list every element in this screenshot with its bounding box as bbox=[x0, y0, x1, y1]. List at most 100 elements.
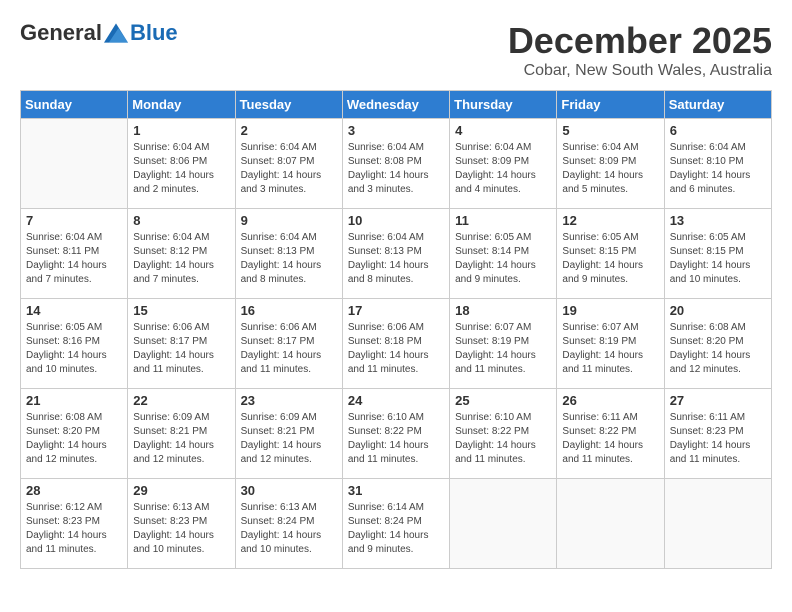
day-number: 1 bbox=[133, 123, 229, 138]
calendar-header-wednesday: Wednesday bbox=[342, 91, 449, 119]
day-number: 12 bbox=[562, 213, 658, 228]
calendar-day-cell bbox=[21, 119, 128, 209]
day-number: 9 bbox=[241, 213, 337, 228]
calendar-day-cell bbox=[664, 479, 771, 569]
day-number: 24 bbox=[348, 393, 444, 408]
calendar-day-cell: 6 Sunrise: 6:04 AMSunset: 8:10 PMDaylight… bbox=[664, 119, 771, 209]
logo-icon bbox=[104, 23, 128, 43]
day-number: 25 bbox=[455, 393, 551, 408]
calendar-day-cell: 19Sunrise: 6:07 AMSunset: 8:19 PMDayligh… bbox=[557, 299, 664, 389]
day-number: 29 bbox=[133, 483, 229, 498]
day-number: 28 bbox=[26, 483, 122, 498]
calendar-day-cell: 4 Sunrise: 6:04 AMSunset: 8:09 PMDaylight… bbox=[450, 119, 557, 209]
calendar-day-cell: 2Sunrise: 6:04 AMSunset: 8:07 PMDaylight… bbox=[235, 119, 342, 209]
calendar-day-cell: 24 Sunrise: 6:10 AMSunset: 8:22 PMDayligh… bbox=[342, 389, 449, 479]
day-number: 21 bbox=[26, 393, 122, 408]
calendar-day-cell: 5Sunrise: 6:04 AMSunset: 8:09 PMDaylight… bbox=[557, 119, 664, 209]
calendar-week-row: 1 Sunrise: 6:04 AMSunset: 8:06 PMDaylight… bbox=[21, 119, 772, 209]
day-info: Sunrise: 6:04 AMSunset: 8:13 PMDaylight:… bbox=[241, 231, 337, 287]
day-number: 30 bbox=[241, 483, 337, 498]
day-info: Sunrise: 6:09 AMSunset: 8:21 PMDaylight:… bbox=[241, 411, 337, 467]
day-info: Sunrise: 6:04 AMSunset: 8:09 PMDaylight:… bbox=[455, 141, 551, 197]
calendar-header-monday: Monday bbox=[128, 91, 235, 119]
day-info: Sunrise: 6:05 AMSunset: 8:15 PMDaylight:… bbox=[562, 231, 658, 287]
calendar-day-cell: 21 Sunrise: 6:08 AMSunset: 8:20 PMDayligh… bbox=[21, 389, 128, 479]
day-number: 6 bbox=[670, 123, 766, 138]
day-number: 27 bbox=[670, 393, 766, 408]
calendar-week-row: 28 Sunrise: 6:12 AMSunset: 8:23 PMDayligh… bbox=[21, 479, 772, 569]
day-info: Sunrise: 6:07 AMSunset: 8:19 PMDaylight:… bbox=[562, 321, 658, 377]
calendar-header-saturday: Saturday bbox=[664, 91, 771, 119]
calendar-header-row: SundayMondayTuesdayWednesdayThursdayFrid… bbox=[21, 91, 772, 119]
calendar-day-cell: 29 Sunrise: 6:13 AMSunset: 8:23 PMDayligh… bbox=[128, 479, 235, 569]
day-number: 7 bbox=[26, 213, 122, 228]
day-number: 13 bbox=[670, 213, 766, 228]
day-number: 4 bbox=[455, 123, 551, 138]
calendar-day-cell: 3 Sunrise: 6:04 AMSunset: 8:08 PMDaylight… bbox=[342, 119, 449, 209]
day-number: 3 bbox=[348, 123, 444, 138]
calendar-header-sunday: Sunday bbox=[21, 91, 128, 119]
day-info: Sunrise: 6:10 AMSunset: 8:22 PMDaylight:… bbox=[455, 411, 551, 467]
calendar-day-cell: 8 Sunrise: 6:04 AMSunset: 8:12 PMDaylight… bbox=[128, 209, 235, 299]
day-info: Sunrise: 6:08 AMSunset: 8:20 PMDaylight:… bbox=[26, 411, 122, 467]
calendar-day-cell: 17Sunrise: 6:06 AMSunset: 8:18 PMDayligh… bbox=[342, 299, 449, 389]
logo: General Blue bbox=[20, 20, 178, 46]
day-number: 20 bbox=[670, 303, 766, 318]
day-number: 26 bbox=[562, 393, 658, 408]
calendar-week-row: 21 Sunrise: 6:08 AMSunset: 8:20 PMDayligh… bbox=[21, 389, 772, 479]
day-info: Sunrise: 6:06 AMSunset: 8:17 PMDaylight:… bbox=[241, 321, 337, 377]
calendar-day-cell: 31Sunrise: 6:14 AMSunset: 8:24 PMDayligh… bbox=[342, 479, 449, 569]
calendar-day-cell: 27 Sunrise: 6:11 AMSunset: 8:23 PMDayligh… bbox=[664, 389, 771, 479]
day-info: Sunrise: 6:12 AMSunset: 8:23 PMDaylight:… bbox=[26, 501, 122, 557]
calendar-day-cell: 18Sunrise: 6:07 AMSunset: 8:19 PMDayligh… bbox=[450, 299, 557, 389]
month-title: December 2025 bbox=[508, 20, 772, 62]
calendar-day-cell: 20 Sunrise: 6:08 AMSunset: 8:20 PMDayligh… bbox=[664, 299, 771, 389]
page-header: General Blue December 2025 Cobar, New So… bbox=[20, 20, 772, 80]
day-number: 14 bbox=[26, 303, 122, 318]
day-info: Sunrise: 6:10 AMSunset: 8:22 PMDaylight:… bbox=[348, 411, 444, 467]
day-info: Sunrise: 6:09 AMSunset: 8:21 PMDaylight:… bbox=[133, 411, 229, 467]
title-section: December 2025 Cobar, New South Wales, Au… bbox=[508, 20, 772, 80]
logo-general-text: General bbox=[20, 20, 102, 46]
calendar-day-cell: 12 Sunrise: 6:05 AMSunset: 8:15 PMDayligh… bbox=[557, 209, 664, 299]
day-number: 11 bbox=[455, 213, 551, 228]
logo-blue-text: Blue bbox=[130, 20, 178, 46]
calendar-day-cell: 28 Sunrise: 6:12 AMSunset: 8:23 PMDayligh… bbox=[21, 479, 128, 569]
calendar-day-cell: 11Sunrise: 6:05 AMSunset: 8:14 PMDayligh… bbox=[450, 209, 557, 299]
day-number: 17 bbox=[348, 303, 444, 318]
day-info: Sunrise: 6:05 AMSunset: 8:15 PMDaylight:… bbox=[670, 231, 766, 287]
day-info: Sunrise: 6:04 AMSunset: 8:13 PMDaylight:… bbox=[348, 231, 444, 287]
day-info: Sunrise: 6:11 AMSunset: 8:22 PMDaylight:… bbox=[562, 411, 658, 467]
day-number: 8 bbox=[133, 213, 229, 228]
day-number: 16 bbox=[241, 303, 337, 318]
day-info: Sunrise: 6:07 AMSunset: 8:19 PMDaylight:… bbox=[455, 321, 551, 377]
calendar-day-cell: 16 Sunrise: 6:06 AMSunset: 8:17 PMDayligh… bbox=[235, 299, 342, 389]
day-info: Sunrise: 6:11 AMSunset: 8:23 PMDaylight:… bbox=[670, 411, 766, 467]
calendar-day-cell: 10Sunrise: 6:04 AMSunset: 8:13 PMDayligh… bbox=[342, 209, 449, 299]
day-info: Sunrise: 6:13 AMSunset: 8:24 PMDaylight:… bbox=[241, 501, 337, 557]
calendar-header-thursday: Thursday bbox=[450, 91, 557, 119]
calendar-table: SundayMondayTuesdayWednesdayThursdayFrid… bbox=[20, 90, 772, 569]
location: Cobar, New South Wales, Australia bbox=[508, 62, 772, 80]
day-info: Sunrise: 6:04 AMSunset: 8:11 PMDaylight:… bbox=[26, 231, 122, 287]
day-info: Sunrise: 6:04 AMSunset: 8:06 PMDaylight:… bbox=[133, 141, 229, 197]
calendar-day-cell bbox=[557, 479, 664, 569]
day-number: 15 bbox=[133, 303, 229, 318]
calendar-day-cell: 14Sunrise: 6:05 AMSunset: 8:16 PMDayligh… bbox=[21, 299, 128, 389]
calendar-day-cell: 13 Sunrise: 6:05 AMSunset: 8:15 PMDayligh… bbox=[664, 209, 771, 299]
calendar-day-cell: 25 Sunrise: 6:10 AMSunset: 8:22 PMDayligh… bbox=[450, 389, 557, 479]
day-info: Sunrise: 6:04 AMSunset: 8:08 PMDaylight:… bbox=[348, 141, 444, 197]
day-info: Sunrise: 6:04 AMSunset: 8:07 PMDaylight:… bbox=[241, 141, 337, 197]
calendar-header-tuesday: Tuesday bbox=[235, 91, 342, 119]
calendar-day-cell: 1 Sunrise: 6:04 AMSunset: 8:06 PMDaylight… bbox=[128, 119, 235, 209]
day-info: Sunrise: 6:08 AMSunset: 8:20 PMDaylight:… bbox=[670, 321, 766, 377]
day-info: Sunrise: 6:13 AMSunset: 8:23 PMDaylight:… bbox=[133, 501, 229, 557]
calendar-day-cell bbox=[450, 479, 557, 569]
calendar-day-cell: 9 Sunrise: 6:04 AMSunset: 8:13 PMDaylight… bbox=[235, 209, 342, 299]
day-number: 31 bbox=[348, 483, 444, 498]
calendar-day-cell: 23Sunrise: 6:09 AMSunset: 8:21 PMDayligh… bbox=[235, 389, 342, 479]
day-info: Sunrise: 6:04 AMSunset: 8:12 PMDaylight:… bbox=[133, 231, 229, 287]
calendar-week-row: 7 Sunrise: 6:04 AMSunset: 8:11 PMDaylight… bbox=[21, 209, 772, 299]
day-info: Sunrise: 6:04 AMSunset: 8:10 PMDaylight:… bbox=[670, 141, 766, 197]
day-number: 5 bbox=[562, 123, 658, 138]
